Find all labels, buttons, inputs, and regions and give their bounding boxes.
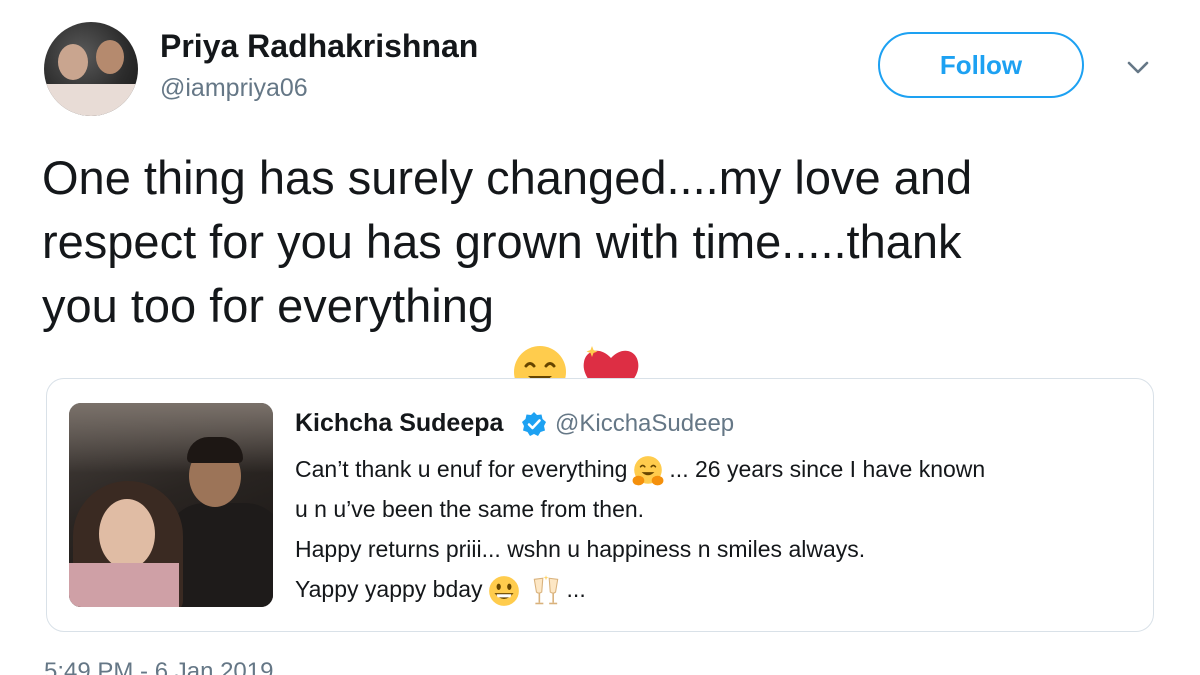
sparkling-heart-emoji-icon: [578, 278, 648, 400]
quoted-text-line-1a: Can’t thank u enuf for everything: [295, 456, 628, 482]
quoted-author-name[interactable]: Kichcha Sudeepa: [295, 409, 503, 438]
quoted-text-line-3: Happy returns priii... wshn u happiness …: [295, 536, 866, 562]
photo-person-left-shirt: [69, 563, 179, 607]
tweet-card: Priya Radhakrishnan @iampriya06 Follow O…: [0, 0, 1200, 675]
quoted-text-line-4-ellipsis: ...: [566, 576, 586, 602]
quoted-text-line-1b: ... 26 years since I have known: [669, 456, 986, 482]
avatar-shirt: [44, 84, 138, 116]
photo-background-light: [69, 403, 273, 473]
avatar-face-right: [96, 40, 124, 74]
quoted-text-line-1: Can’t thank u enuf for everything ... 26…: [295, 449, 1135, 489]
quoted-tweet-text: Can’t thank u enuf for everything ... 26…: [295, 449, 1135, 609]
clinking-glasses-emoji-icon: [529, 574, 563, 608]
tweet-text: One thing has surely changed....my love …: [42, 146, 1152, 401]
quoted-text-line-2: u n u’ve been the same from then.: [295, 496, 645, 522]
photo-person-right-hair: [187, 437, 243, 463]
grinning-face-emoji-icon: [487, 574, 521, 608]
author-display-name[interactable]: Priya Radhakrishnan: [160, 28, 478, 65]
quoted-author-handle[interactable]: @KicchaSudeep: [555, 410, 734, 438]
quoted-tweet-card[interactable]: Kichcha Sudeepa @KicchaSudeep Can’t than…: [46, 378, 1154, 632]
author-handle[interactable]: @iampriya06: [160, 74, 308, 103]
quoted-text-line-4a: Yappy yappy bday: [295, 576, 483, 602]
hugging-face-emoji-icon: [508, 278, 572, 401]
verified-badge-icon: [521, 411, 547, 437]
photo-person-left-face: [99, 499, 155, 569]
chevron-down-icon[interactable]: [1122, 54, 1154, 82]
quoted-text-line-4: Yappy yappy bday ...: [295, 569, 1135, 609]
author-avatar[interactable]: [44, 22, 138, 116]
quoted-tweet-photo[interactable]: [69, 403, 273, 607]
follow-button[interactable]: Follow: [878, 32, 1084, 98]
hugging-face-emoji-icon: [631, 454, 665, 488]
tweet-timestamp[interactable]: 5:49 PM - 6 Jan 2019: [44, 658, 273, 675]
avatar-face-left: [58, 44, 88, 80]
